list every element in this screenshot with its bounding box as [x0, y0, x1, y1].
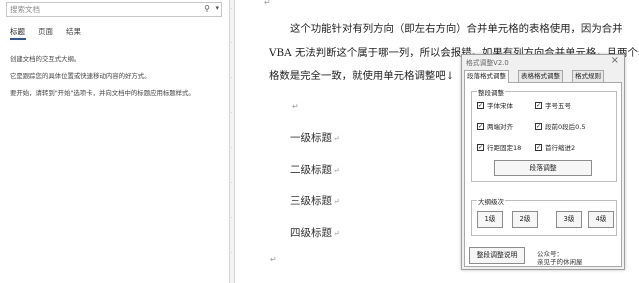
checkbox-font-size[interactable]: ✓ 字号五号: [535, 100, 571, 110]
format-adjust-dialog[interactable]: 格式调整V2.0 × 段落格式调整 表格格式调整 格式规则 整段调整 ✓ 字体宋体…: [461, 54, 625, 270]
level-4-button[interactable]: 4级: [588, 211, 614, 228]
navigation-pane: 搜索文档 ⚲ ▾ 标题 页面 结果 创建文档的交互式大纲。 它是跟踪您的具体位置…: [0, 0, 229, 283]
paragraph-mark: ↵: [333, 197, 340, 206]
tab-results[interactable]: 结果: [66, 26, 81, 37]
heading-text: 四级标题: [290, 227, 332, 239]
checkmark-icon[interactable]: ✓: [535, 122, 542, 130]
body-line-3[interactable]: 格数是完全一致，就使用单元格调整吧↓: [269, 67, 454, 82]
nav-hint-2: 它是跟踪您的具体位置或快速移动内容的好方式。: [10, 72, 151, 80]
ruler-tick: ·: [231, 110, 233, 116]
tab-pages[interactable]: 页面: [38, 26, 53, 37]
checkmark-icon[interactable]: ✓: [535, 143, 542, 151]
level-1-button[interactable]: 1级: [477, 211, 503, 228]
ruler-tick: ·: [231, 250, 233, 256]
checkbox-font-songti[interactable]: ✓ 字体宋体: [477, 100, 513, 110]
heading-level-4[interactable]: 四级标题↵: [290, 225, 340, 240]
group-label: 大纲级次: [477, 196, 505, 206]
heading-level-3[interactable]: 三级标题↵: [290, 193, 340, 208]
outline-level-group: 大纲级次 1级 2级 3级 4级: [471, 196, 617, 236]
account-label: 公众号：: [537, 250, 563, 258]
checkmark-icon[interactable]: ✓: [535, 101, 542, 109]
checkbox-line-spacing[interactable]: ✓ 行距固定18: [477, 142, 521, 152]
ruler-tick: ·: [231, 75, 233, 81]
heading-level-2[interactable]: 二级标题↵: [290, 162, 340, 177]
paragraph-mark: ↵: [333, 229, 340, 238]
heading-text: 一级标题: [290, 132, 332, 144]
body-line-1[interactable]: 这个功能针对有列方向（即左右方向）合并单元格的表格使用，因为合并: [290, 20, 623, 35]
ruler-tick: ·: [231, 215, 233, 221]
magnifier-icon[interactable]: ⚲: [204, 4, 210, 13]
checkbox-spacing[interactable]: ✓ 段前0段后0.5: [535, 121, 585, 131]
vertical-ruler[interactable]: · · · · · · · ·: [229, 0, 235, 283]
dialog-title: 格式调整V2.0: [466, 59, 509, 67]
group-label: 整段调整: [477, 87, 505, 97]
paragraph-mark: ↵: [270, 255, 277, 264]
nav-hint-3: 要开始，请转到"开始"选项卡，并向文档中的标题应用标题样式。: [10, 89, 195, 97]
paragraph-mark: ↵: [264, 0, 271, 7]
paragraph-format-panel: 整段调整 ✓ 字体宋体 ✓ 字号五号 ✓ 两端对齐 ✓ 段前0段后0.5 ✓ 行距固定18…: [464, 82, 622, 267]
level-2-button[interactable]: 2级: [512, 211, 538, 228]
nav-hint-1: 创建文档的交互式大纲。: [10, 55, 81, 63]
checkbox-justify[interactable]: ✓ 两端对齐: [477, 121, 513, 131]
search-box[interactable]: 搜索文档 ⚲ ▾: [6, 2, 222, 17]
paragraph-adjust-button[interactable]: 段落调整: [494, 160, 592, 176]
ruler-tick: ·: [231, 145, 233, 151]
checkmark-icon[interactable]: ✓: [477, 143, 484, 151]
ruler-tick: ·: [231, 180, 233, 186]
caret-down-icon[interactable]: ▾: [215, 4, 219, 12]
paragraph-mark: ↵: [333, 134, 340, 143]
search-input[interactable]: 搜索文档: [10, 4, 40, 15]
paragraph-mark: ↵: [292, 102, 299, 111]
heading-text: 三级标题: [290, 195, 332, 207]
heading-level-1[interactable]: 一级标题↵: [290, 130, 340, 145]
ruler-tick: ·: [231, 40, 233, 46]
paragraph-mark: ↵: [333, 166, 340, 175]
tab-headings[interactable]: 标题: [10, 26, 25, 37]
checkmark-icon[interactable]: ✓: [477, 101, 484, 109]
heading-text: 二级标题: [290, 164, 332, 176]
account-name: 亲见子的休闲屋: [537, 258, 583, 266]
checkbox-first-indent[interactable]: ✓ 首行缩进2: [535, 142, 575, 152]
level-3-button[interactable]: 3级: [556, 211, 582, 228]
checkmark-icon[interactable]: ✓: [477, 122, 484, 130]
tab-table-format[interactable]: 表格格式调整: [518, 70, 563, 82]
ruler-tick: ·: [231, 6, 233, 12]
tab-paragraph-format[interactable]: 段落格式调整: [464, 70, 509, 83]
help-button[interactable]: 整段调整说明: [469, 247, 525, 264]
close-icon[interactable]: ×: [611, 55, 619, 66]
paragraph-adjust-group: 整段调整 ✓ 字体宋体 ✓ 字号五号 ✓ 两端对齐 ✓ 段前0段后0.5 ✓ 行距固定18…: [471, 87, 617, 182]
tab-format-rules[interactable]: 格式规则: [572, 70, 604, 82]
active-tab-indicator: [10, 38, 26, 40]
